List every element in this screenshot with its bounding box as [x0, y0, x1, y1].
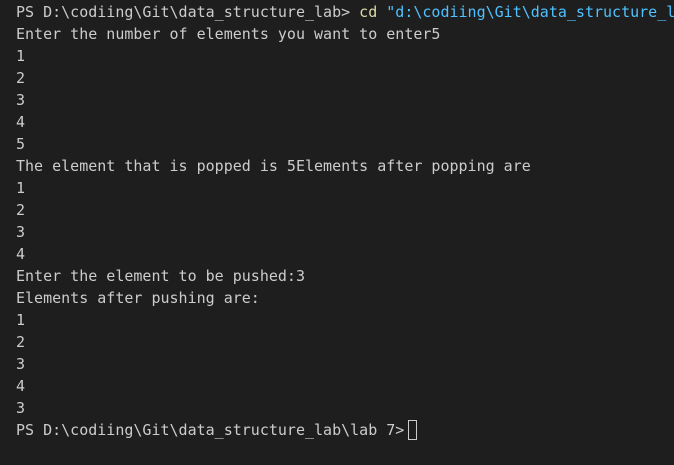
output-line: 1	[16, 179, 26, 197]
prompt-text: PS D:\codiing\Git\data_structure_lab>	[16, 3, 360, 21]
output-line: 3	[16, 91, 26, 109]
output-line: 1	[16, 311, 26, 329]
terminal-panel[interactable]: PS D:\codiing\Git\data_structure_lab> cd…	[0, 0, 674, 465]
output-line: 4	[16, 245, 26, 263]
output-line: Elements after pushing are:	[16, 289, 260, 307]
output-line: 4	[16, 113, 26, 131]
output-line: 3	[16, 355, 26, 373]
output-line: 5	[16, 135, 26, 153]
output-line: 3	[16, 399, 26, 417]
output-line: 4	[16, 377, 26, 395]
text-cursor[interactable]	[408, 419, 418, 440]
final-prompt-text: PS D:\codiing\Git\data_structure_lab\lab…	[16, 421, 405, 439]
command-name: cd	[359, 3, 378, 21]
output-line: 2	[16, 69, 26, 87]
output-line: Enter the element to be pushed:3	[16, 267, 305, 285]
output-line: 2	[16, 333, 26, 351]
final-prompt-line[interactable]: PS D:\codiing\Git\data_structure_lab\lab…	[16, 419, 674, 441]
output-line: The element that is popped is 5Elements …	[16, 157, 531, 175]
output-line: 3	[16, 223, 26, 241]
command-argument: "d:\codiing\Git\data_structure_l	[377, 3, 674, 21]
output-line: 2	[16, 201, 26, 219]
output-line: 1	[16, 47, 26, 65]
command-line: PS D:\codiing\Git\data_structure_lab> cd…	[16, 1, 674, 23]
output-line: Enter the number of elements you want to…	[16, 25, 441, 43]
